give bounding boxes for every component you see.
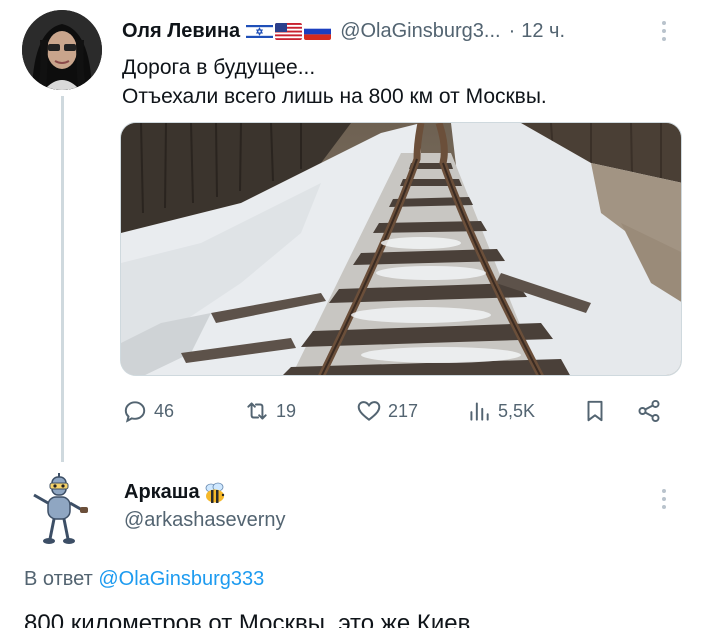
views-count: 5,5K [498, 400, 536, 421]
author-name[interactable]: Оля Левина [122, 20, 240, 43]
repost-count: 19 [276, 400, 297, 421]
thread-connector-line [61, 96, 64, 462]
reply-count: 46 [154, 400, 175, 421]
israel-flag-icon [246, 22, 274, 40]
reply-icon [124, 401, 146, 423]
author-name-text: Аркаша [124, 481, 200, 503]
like-button[interactable]: 217 [356, 396, 418, 426]
more-options-icon[interactable] [654, 486, 674, 512]
tweet-photo[interactable] [120, 122, 682, 376]
author-handle[interactable]: @arkashaseverny [124, 509, 285, 532]
bookmark-icon [587, 400, 603, 422]
repost-button[interactable]: 19 [244, 396, 296, 426]
more-options-icon[interactable] [654, 18, 674, 44]
tweet-text-line: Отъехали всего лишь на 800 км от Москвы. [122, 85, 547, 108]
tweet-header: Оля Левина @OlaGinsburg3... · 12 ч. [122, 18, 565, 44]
reply-button[interactable]: 46 [122, 396, 174, 426]
timestamp[interactable]: 12 ч. [521, 20, 565, 43]
avatar[interactable] [22, 10, 102, 90]
heart-icon [357, 401, 381, 421]
separator-dot: · [508, 19, 516, 42]
usa-flag-icon [275, 22, 303, 40]
tweet-text: Дорога в будущее... Отъехали всего лишь … [122, 53, 547, 111]
views-chart-icon [470, 402, 489, 421]
author-handle[interactable]: @OlaGinsburg3... [340, 20, 500, 43]
share-button[interactable] [636, 396, 668, 426]
author-name[interactable]: Аркаша [124, 481, 227, 504]
views-button[interactable]: 5,5K [466, 396, 535, 426]
like-count: 217 [388, 400, 419, 421]
avatar[interactable] [30, 473, 90, 545]
flag-emojis [246, 22, 332, 40]
replying-to: В ответ @OlaGinsburg333 [24, 568, 264, 591]
tweet-action-bar: 46 19 217 5,5K [120, 396, 682, 426]
russia-flag-icon [304, 22, 332, 40]
repost-icon [247, 402, 267, 420]
reply-prefix: В ответ [24, 568, 93, 590]
tweet-text: 800 километров от Москвы, это же Киев [24, 610, 471, 628]
bookmark-button[interactable] [582, 396, 614, 426]
bee-emoji-icon [203, 482, 227, 504]
share-icon [638, 399, 660, 423]
reply-handle-link[interactable]: @OlaGinsburg333 [98, 568, 264, 590]
tweet-text-line: Дорога в будущее... [122, 56, 316, 79]
